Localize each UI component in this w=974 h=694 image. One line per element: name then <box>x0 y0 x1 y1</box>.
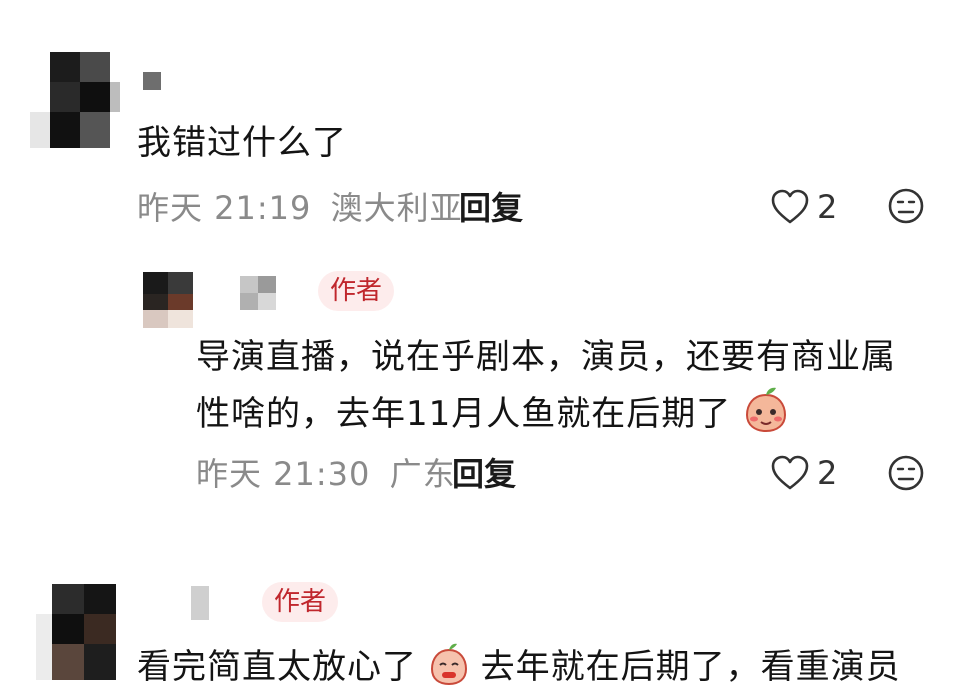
comment-text-part-2: 去年就在后期了，看重演员 <box>480 647 901 687</box>
avatar[interactable] <box>143 272 193 328</box>
comment-text: 我错过什么了 <box>137 123 347 163</box>
avatar[interactable] <box>30 52 120 148</box>
comment-meta: 昨天 21:30 广东 <box>196 452 456 496</box>
comment-text-part-1: 看完简直太放心了 <box>137 647 417 687</box>
comment-text-line-2-text: 性啥的，去年11月人鱼就在后期了 <box>196 394 732 434</box>
comment-text-line-2: 性啥的，去年11月人鱼就在后期了 <box>196 385 789 441</box>
reply-button[interactable]: 回复 <box>459 186 523 230</box>
comment-text-line-1: 导演直播，说在乎剧本，演员，还要有商业属 <box>196 337 896 377</box>
comment-meta: 昨天 21:19 澳大利亚 <box>137 186 463 230</box>
comment-time: 昨天 21:19 <box>137 189 312 227</box>
author-badge: 作者 <box>262 582 339 622</box>
comment-text: 看完简直太放心了 去年就在后期了，看重演员 <box>137 640 901 694</box>
username-blurred[interactable] <box>143 72 161 90</box>
username-blurred[interactable] <box>240 276 276 310</box>
comment-time: 昨天 21:30 <box>196 455 371 493</box>
avatar[interactable] <box>36 584 116 680</box>
reply-button[interactable]: 回复 <box>452 452 516 496</box>
like-count: 2 <box>817 454 838 492</box>
comment-location: 广东 <box>389 455 456 493</box>
blushing-peach-emoji-icon <box>746 387 787 433</box>
smug-peach-emoji-icon <box>430 643 467 686</box>
heart-icon[interactable] <box>770 188 810 226</box>
dislike-face-icon[interactable] <box>887 454 925 492</box>
username-blurred[interactable] <box>191 586 209 620</box>
author-badge: 作者 <box>318 271 395 311</box>
comment-location: 澳大利亚 <box>330 189 463 227</box>
heart-icon[interactable] <box>770 454 810 492</box>
dislike-face-icon[interactable] <box>887 187 925 225</box>
like-count: 2 <box>817 188 838 226</box>
